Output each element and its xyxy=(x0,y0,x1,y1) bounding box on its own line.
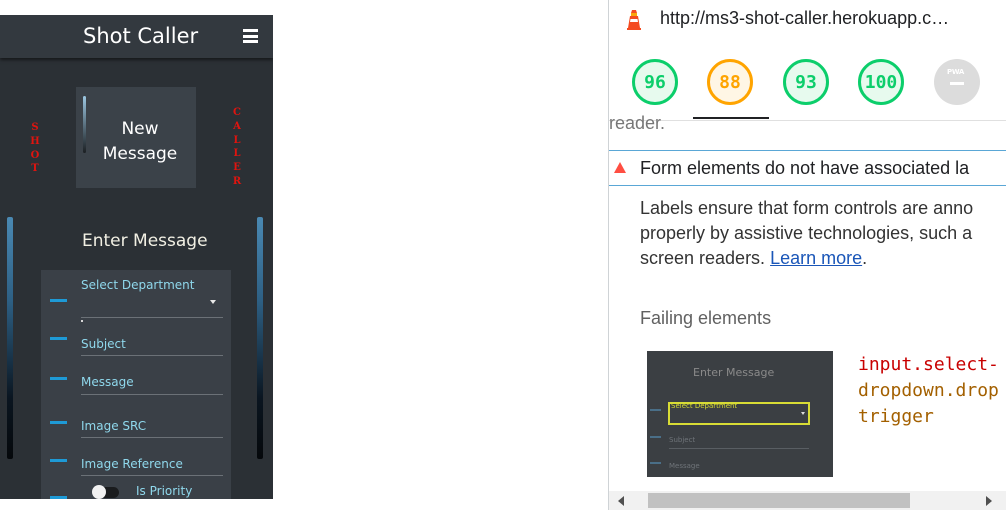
app-title[interactable]: Shot Caller xyxy=(83,24,198,48)
lighthouse-report-panel: http://ms3-shot-caller.herokuapp.c… 96 8… xyxy=(608,0,1006,510)
failing-element-selector[interactable]: input.select- dropdown.drop trigger xyxy=(858,352,999,430)
thumbnail-form-title: Enter Message xyxy=(693,366,775,379)
thumbnail-marker-icon xyxy=(650,409,661,411)
audit-desc-line-1: Labels ensure that form controls are ann… xyxy=(640,198,974,218)
field-marker-icon xyxy=(50,377,67,380)
audit-desc-line-3: screen readers. xyxy=(640,248,766,268)
selector-line-3: trigger xyxy=(858,406,934,427)
select-department-label: Select Department xyxy=(81,278,195,292)
field-marker-icon xyxy=(50,421,67,424)
new-message-accent-bar xyxy=(83,96,86,153)
failed-audit-header[interactable]: Form elements do not have associated la xyxy=(609,150,1006,186)
new-message-button[interactable]: New Message xyxy=(76,87,196,188)
side-word-caller: CALLER xyxy=(231,106,243,189)
app-header: Shot Caller xyxy=(0,15,273,58)
dropdown-caret-icon[interactable] xyxy=(210,300,216,304)
subject-label: Subject xyxy=(81,337,126,351)
seo-score-gauge[interactable]: 100 xyxy=(858,59,904,105)
thumbnail-subject-label: Subject xyxy=(669,436,696,444)
highlighted-select-dropdown: Select Department xyxy=(668,402,810,425)
message-input[interactable] xyxy=(81,394,223,395)
left-gradient-bar xyxy=(7,217,13,459)
priority-toggle-label: Is Priority xyxy=(136,484,193,498)
failing-element-thumbnail[interactable]: Enter Message Select Department Subject … xyxy=(647,351,833,477)
pwa-score-badge[interactable]: PWA xyxy=(934,59,980,105)
dropdown-value-dot xyxy=(81,320,83,322)
report-url-bar: http://ms3-shot-caller.herokuapp.c… xyxy=(609,0,1006,40)
audit-desc-line-2: properly by assistive technologies, such… xyxy=(640,223,973,243)
failing-elements-heading: Failing elements xyxy=(640,308,772,328)
thumbnail-marker-icon xyxy=(650,462,661,464)
selector-line-1: input.select- xyxy=(858,354,999,375)
thumbnail-caret-icon xyxy=(801,412,805,415)
field-marker-icon xyxy=(50,496,67,499)
right-gradient-bar xyxy=(257,217,263,459)
image-src-label: Image SRC xyxy=(81,419,147,433)
pwa-label: PWA xyxy=(947,68,965,76)
accessibility-score-gauge[interactable]: 88 xyxy=(707,59,753,105)
horizontal-scrollbar[interactable] xyxy=(609,491,1006,510)
message-form: Select Department Subject Message Image … xyxy=(41,270,231,499)
learn-more-link[interactable]: Learn more xyxy=(770,248,862,268)
previous-audit-text: reader. xyxy=(609,113,666,133)
fail-triangle-icon xyxy=(614,162,626,173)
field-marker-icon xyxy=(50,337,67,340)
pwa-dash-icon xyxy=(950,82,964,85)
report-url[interactable]: http://ms3-shot-caller.herokuapp.c… xyxy=(660,8,949,29)
screenshot: Shot Caller SHOT CALLER New Message Ente… xyxy=(0,0,1006,510)
image-src-input[interactable] xyxy=(81,437,223,438)
toggle-knob[interactable] xyxy=(92,485,106,499)
select-department-dropdown[interactable] xyxy=(81,317,223,318)
form-title: Enter Message xyxy=(82,231,208,251)
side-word-shot-text: SHOT xyxy=(30,122,40,175)
audit-desc-period: . xyxy=(862,248,868,268)
score-value: 96 xyxy=(644,71,666,93)
hamburger-menu-icon[interactable] xyxy=(243,29,258,43)
shot-caller-app: Shot Caller SHOT CALLER New Message Ente… xyxy=(0,15,273,499)
side-word-caller-text: CALLER xyxy=(232,107,242,187)
performance-score-gauge[interactable]: 96 xyxy=(632,59,678,105)
message-label: Message xyxy=(81,375,134,389)
thumbnail-select-label: Select Department xyxy=(671,402,738,410)
thumbnail-message-label: Message xyxy=(669,462,700,470)
score-value: 88 xyxy=(719,71,741,93)
scrollbar-thumb[interactable] xyxy=(648,493,910,508)
audit-title: Form elements do not have associated la xyxy=(640,158,970,178)
audit-description: Labels ensure that form controls are ann… xyxy=(640,196,1006,271)
active-category-indicator xyxy=(693,117,769,119)
priority-toggle[interactable] xyxy=(92,485,119,499)
field-marker-icon xyxy=(50,459,67,462)
score-gauges: 96 88 93 100 PWA xyxy=(609,40,1006,121)
side-word-shot: SHOT xyxy=(29,121,41,176)
selector-line-2: dropdown.drop xyxy=(858,380,999,401)
image-reference-label: Image Reference xyxy=(81,457,183,471)
thumbnail-marker-icon xyxy=(650,436,661,438)
field-marker-icon xyxy=(50,299,67,302)
subject-input[interactable] xyxy=(81,355,223,356)
thumbnail-subject-line xyxy=(669,448,809,449)
score-value: 100 xyxy=(864,71,898,93)
scroll-right-arrow-icon[interactable] xyxy=(986,496,992,506)
lighthouse-icon xyxy=(627,10,641,30)
image-reference-input[interactable] xyxy=(81,475,223,476)
best-practices-score-gauge[interactable]: 93 xyxy=(783,59,829,105)
new-message-label: New Message xyxy=(102,119,178,164)
score-value: 93 xyxy=(795,71,817,93)
scroll-left-arrow-icon[interactable] xyxy=(618,496,624,506)
